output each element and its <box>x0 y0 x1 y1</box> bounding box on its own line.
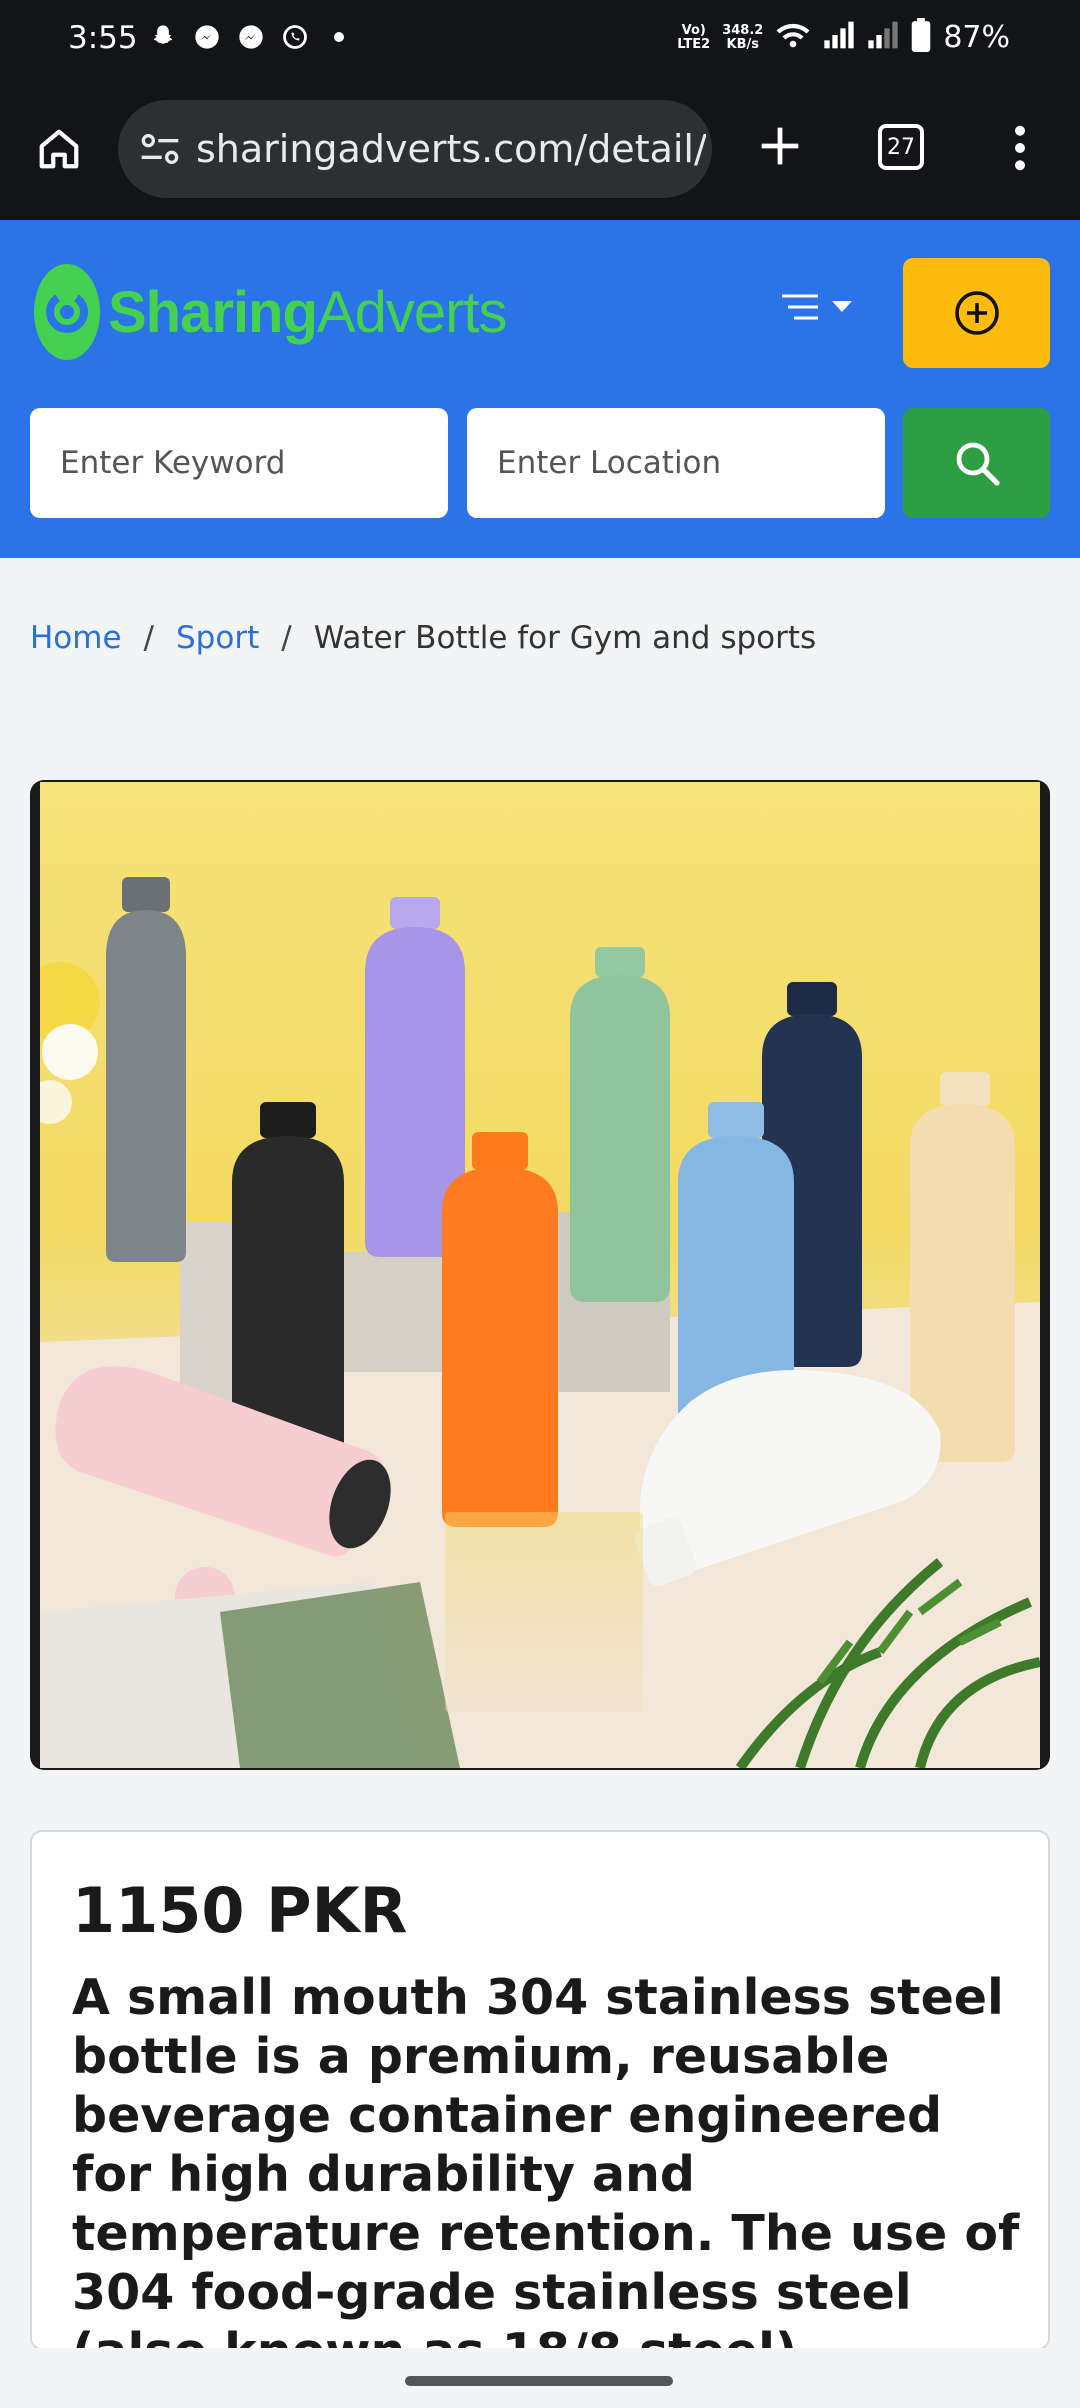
signal-icon <box>823 20 855 55</box>
logo-mark-icon <box>34 264 100 360</box>
breadcrumb-category-link[interactable]: Sport <box>176 620 259 656</box>
listing-description: A small mouth 304 stainless steel bottle… <box>72 1969 1020 2348</box>
listing-details-card: 1150 PKR A small mouth 304 stainless ste… <box>30 1830 1050 2350</box>
search-form <box>30 408 1050 518</box>
address-bar[interactable]: sharingadverts.com/detail/1 <box>118 100 712 198</box>
nav-menu-toggle[interactable] <box>780 292 852 322</box>
battery-icon <box>911 18 931 57</box>
breadcrumb-home-link[interactable]: Home <box>30 620 122 656</box>
new-tab-button[interactable] <box>752 118 808 174</box>
breadcrumb-separator: / <box>281 620 292 656</box>
gesture-handle[interactable] <box>405 2376 673 2386</box>
post-ad-button[interactable] <box>903 258 1050 368</box>
search-button[interactable] <box>903 408 1050 518</box>
home-button[interactable] <box>30 120 88 178</box>
messenger-icon <box>192 22 222 52</box>
tab-switcher-button[interactable]: 27 <box>878 124 924 170</box>
more-menu-button[interactable] <box>1000 118 1040 178</box>
browser-toolbar: sharingadverts.com/detail/1 27 <box>0 82 1080 220</box>
volte-indicator: Vo) LTE2 <box>677 22 711 52</box>
breadcrumb-separator: / <box>143 620 154 656</box>
breadcrumb: Home / Sport / Water Bottle for Gym and … <box>30 620 816 656</box>
plus-icon <box>761 127 799 165</box>
plus-circle-icon <box>954 291 999 335</box>
notification-icons <box>148 22 354 52</box>
whatsapp-icon <box>280 22 310 52</box>
system-navigation-bar <box>0 2348 1080 2408</box>
keyword-input[interactable] <box>30 408 448 518</box>
status-bar: 3:55 Vo) LTE2 348.2 KB/s 87% <box>0 0 1080 82</box>
logo-text: SharingAdverts <box>108 279 508 345</box>
home-icon <box>39 129 79 169</box>
messenger-icon <box>236 22 266 52</box>
product-photo[interactable] <box>40 782 1040 1768</box>
system-status: Vo) LTE2 348.2 KB/s 87% <box>677 18 1010 57</box>
breadcrumb-current: Water Bottle for Gym and sports <box>313 620 817 656</box>
site-header: SharingAdverts <box>0 220 1080 558</box>
product-image-card[interactable] <box>30 780 1050 1770</box>
battery-percent: 87% <box>943 20 1010 55</box>
caret-down-icon <box>832 301 852 312</box>
location-input[interactable] <box>467 408 885 518</box>
site-logo[interactable]: SharingAdverts <box>32 262 508 362</box>
status-time: 3:55 <box>68 20 138 56</box>
menu-icon <box>782 294 818 320</box>
image-thumbnail[interactable] <box>445 1512 643 1712</box>
more-notifications-dot-icon <box>324 22 354 52</box>
search-icon <box>956 442 1000 486</box>
listing-price: 1150 PKR <box>72 1874 408 1947</box>
signal-icon <box>867 20 899 55</box>
url-text[interactable]: sharingadverts.com/detail/1 <box>196 127 706 171</box>
network-speed: 348.2 KB/s <box>722 22 764 52</box>
site-settings-icon[interactable] <box>138 129 182 169</box>
wifi-icon <box>775 20 811 55</box>
snapchat-icon <box>148 22 178 52</box>
more-vert-icon <box>1015 125 1025 171</box>
